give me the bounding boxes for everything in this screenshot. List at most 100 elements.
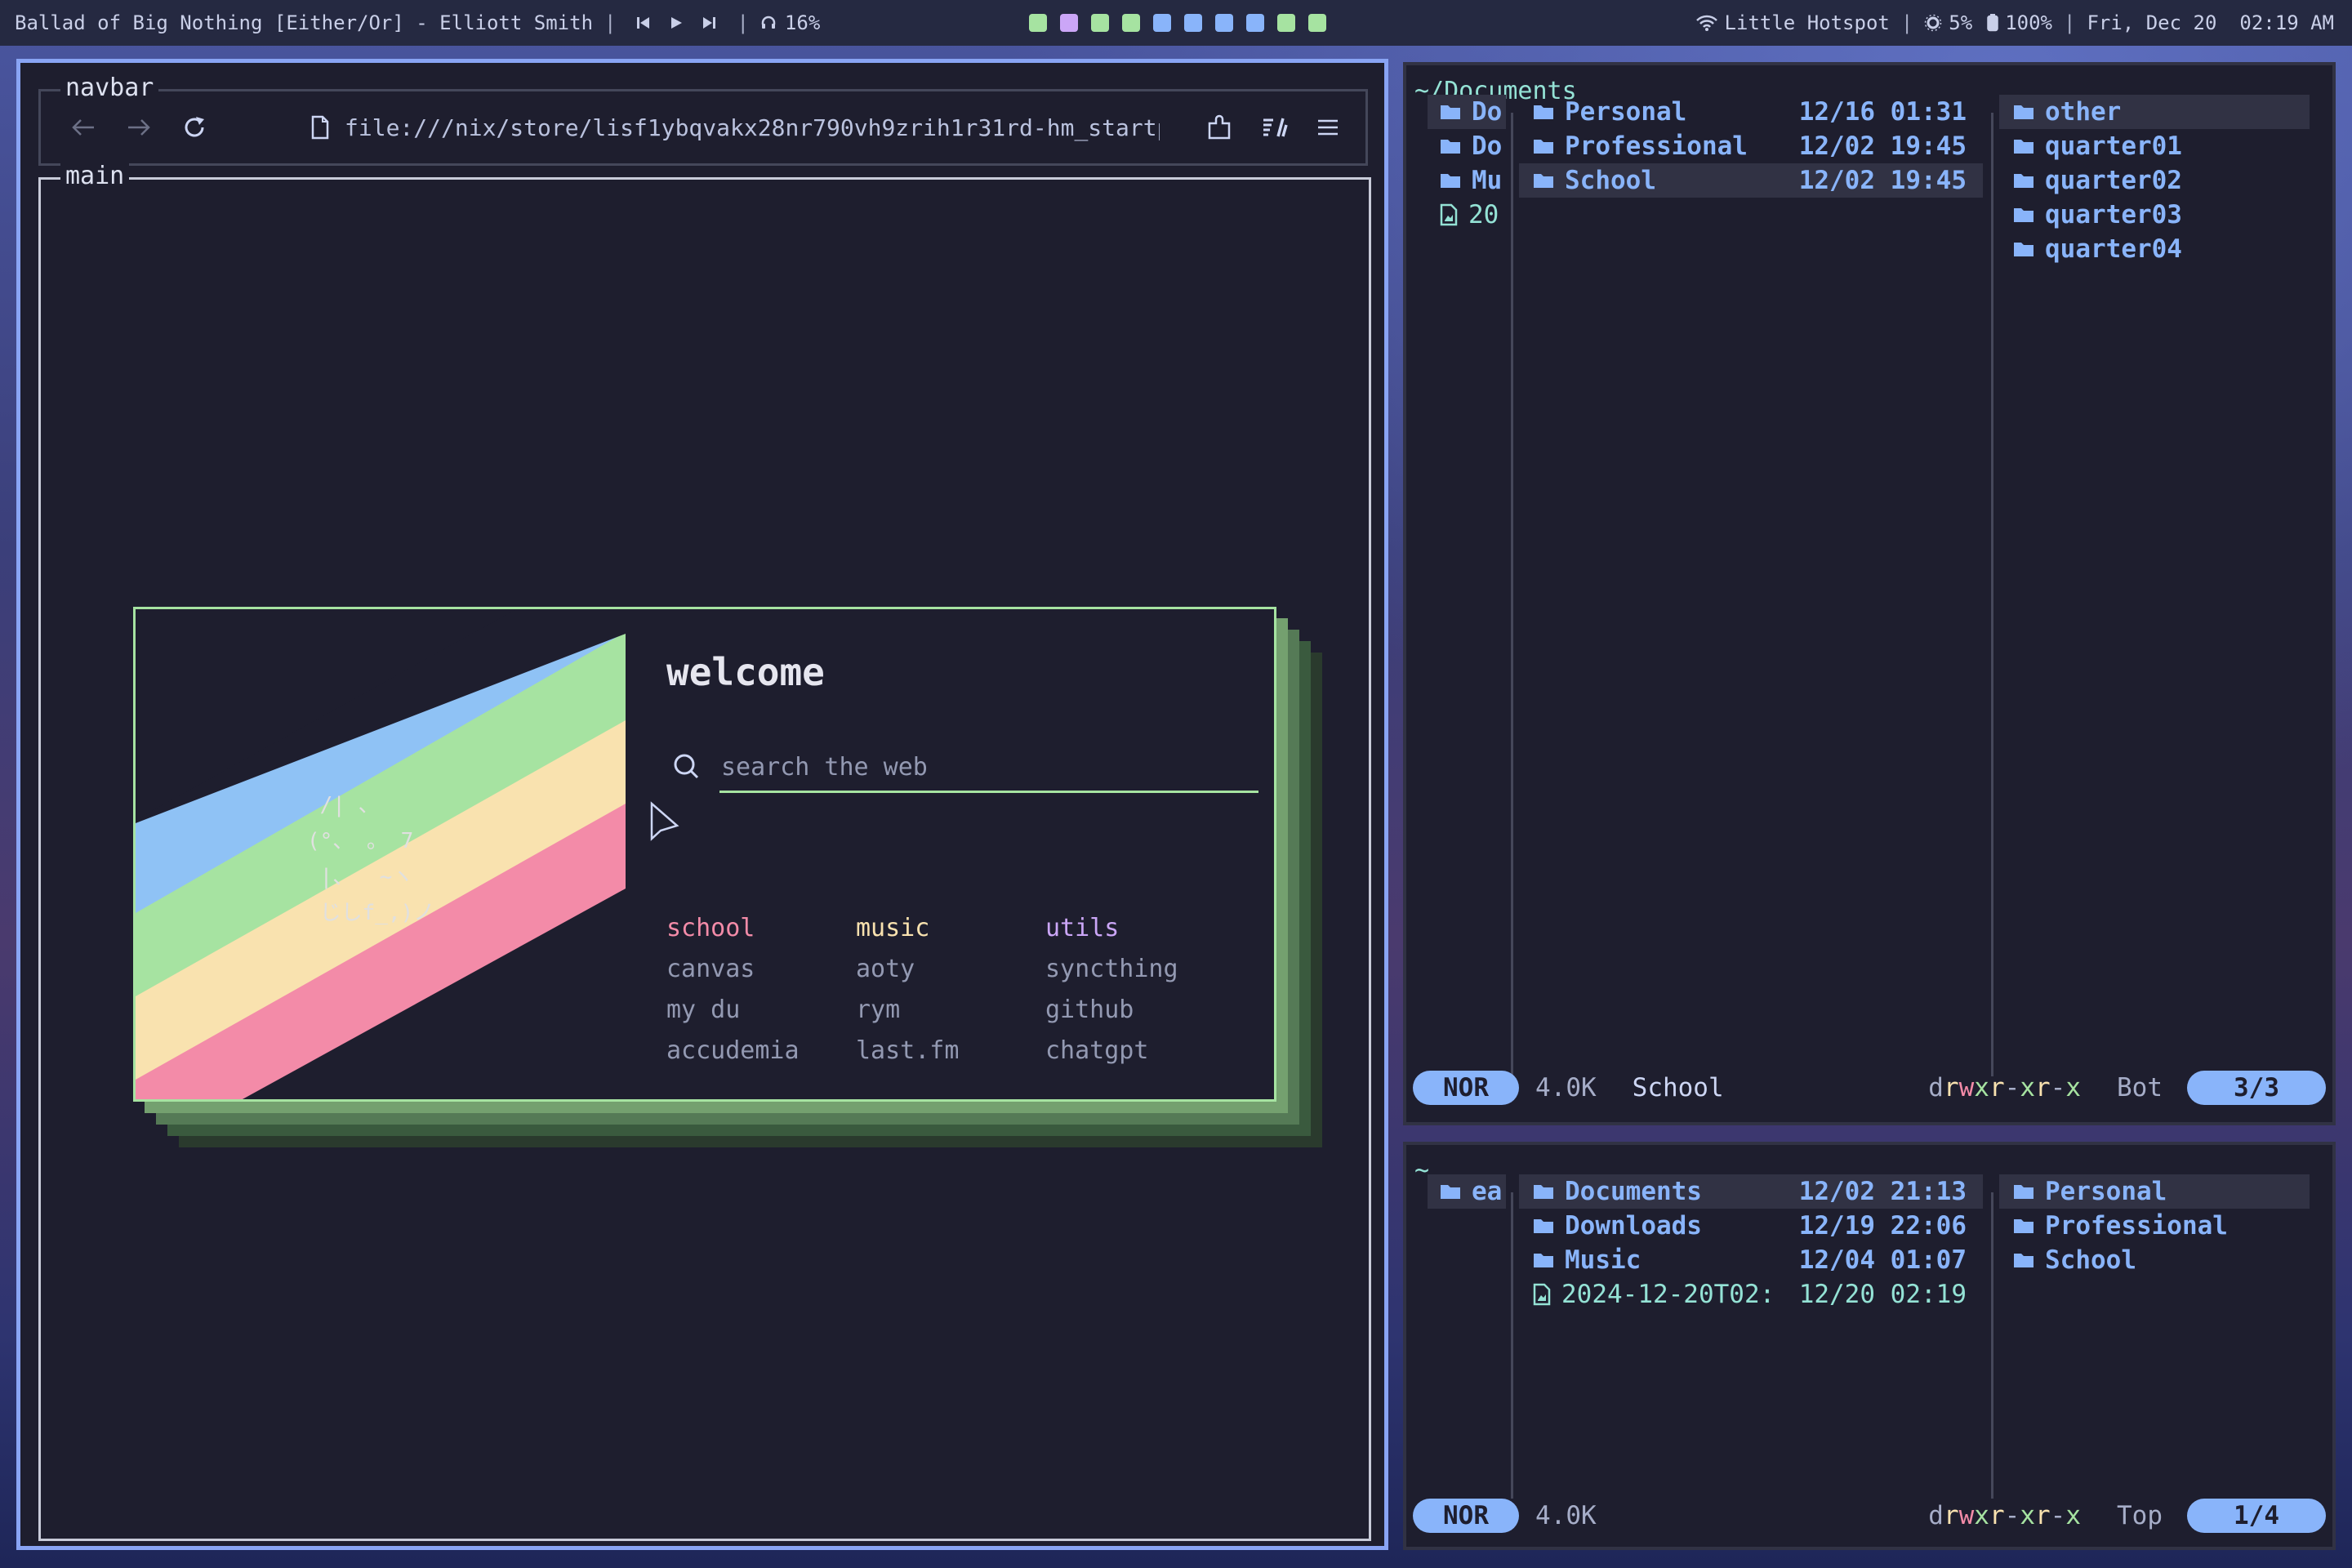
search-input[interactable] — [721, 749, 1244, 785]
workspace-indicator[interactable] — [1215, 14, 1233, 32]
clock: 02:19 AM — [2239, 11, 2334, 34]
workspace-indicator[interactable] — [1029, 14, 1047, 32]
parent-entry[interactable]: Mu — [1428, 163, 1506, 198]
navbar: navbar file:///nix/store/lisf1ybqvakx28n… — [38, 74, 1368, 166]
arrow-right-icon — [128, 119, 150, 136]
parent-entry[interactable]: Do — [1428, 129, 1506, 163]
link[interactable]: chatgpt — [1045, 1031, 1178, 1071]
folder-icon — [1441, 140, 1460, 154]
folder-icon — [2014, 1254, 2034, 1267]
modified-date: 12/02 21:13 — [1798, 1177, 1967, 1206]
folder-icon — [2014, 1185, 2034, 1199]
scroll-position: Top — [2117, 1501, 2163, 1530]
entry-name: Professional — [1565, 131, 1748, 161]
link-column-school: school canvas my du accudemia — [666, 908, 800, 1071]
modified-date: 12/04 01:07 — [1798, 1245, 1967, 1275]
preview-entry[interactable]: quarter03 — [1999, 198, 2310, 232]
folder-icon — [1441, 174, 1460, 188]
directory-entry[interactable]: Downloads 12/19 22:06 — [1519, 1209, 1983, 1243]
link[interactable]: my du — [666, 990, 800, 1031]
previous-track-icon[interactable] — [635, 15, 652, 31]
link[interactable]: last.fm — [856, 1031, 959, 1071]
wifi-network[interactable]: Little Hotspot — [1725, 11, 1890, 34]
welcome-heading: welcome — [666, 650, 825, 694]
reload-icon — [185, 117, 204, 137]
directory-entry[interactable]: Documents 12/02 21:13 — [1519, 1174, 1983, 1209]
arrow-left-icon — [72, 119, 94, 136]
workspace-indicator[interactable] — [1277, 14, 1295, 32]
now-playing: Ballad of Big Nothing [Either/Or] - Elli… — [15, 11, 594, 34]
workspace-indicator[interactable] — [1091, 14, 1109, 32]
preview-entry[interactable]: quarter02 — [1999, 163, 2310, 198]
link[interactable]: canvas — [666, 949, 800, 990]
entry-name: Music — [1565, 1245, 1642, 1275]
play-icon[interactable] — [668, 15, 684, 31]
entry-name: ea — [1472, 1177, 1503, 1206]
separator: | — [604, 11, 617, 34]
workspace-indicator[interactable] — [1308, 14, 1326, 32]
directory-entry[interactable]: Music 12/04 01:07 — [1519, 1243, 1983, 1277]
parent-entry[interactable]: 20 — [1428, 198, 1506, 232]
browser-window: navbar file:///nix/store/lisf1ybqvakx28n… — [16, 59, 1388, 1550]
menu-button[interactable] — [1308, 108, 1348, 147]
link[interactable]: syncthing — [1045, 949, 1178, 990]
link-column-utils: utils syncthing github chatgpt — [1045, 908, 1178, 1071]
headphones-icon — [761, 16, 776, 29]
workspace-indicator[interactable] — [1184, 14, 1202, 32]
parent-entry[interactable]: Do — [1428, 95, 1506, 129]
workspace-indicator[interactable] — [1153, 14, 1171, 32]
preview-entry[interactable]: Professional — [1999, 1209, 2310, 1243]
preview-entry[interactable]: School — [1999, 1243, 2310, 1277]
entry-name: School — [2045, 1245, 2136, 1275]
entry-name: Mu — [1472, 166, 1503, 195]
folder-icon — [2014, 174, 2034, 188]
permissions: drwxr-xr-x — [1928, 1501, 2081, 1530]
modified-date: 12/16 01:31 — [1798, 97, 1967, 127]
directory-entry[interactable]: 2024-12-20T02: 12/20 02:19 — [1519, 1277, 1983, 1312]
image-file-icon — [1440, 203, 1458, 226]
back-button[interactable] — [65, 109, 101, 145]
mode-indicator: NOR — [1413, 1071, 1519, 1105]
entry-name: quarter01 — [2045, 131, 2182, 161]
parent-entry[interactable]: ea — [1428, 1174, 1506, 1209]
battery-icon — [1987, 14, 1998, 32]
divider — [1511, 1192, 1513, 1499]
link[interactable]: rym — [856, 990, 959, 1031]
search-underline — [719, 791, 1258, 793]
next-track-icon[interactable] — [701, 15, 717, 31]
directory-entry[interactable]: Personal 12/16 01:31 — [1519, 95, 1983, 129]
folder-icon — [1534, 105, 1553, 119]
entry-name: Personal — [1565, 97, 1687, 127]
entry-name: Do — [1472, 97, 1503, 127]
battery-level: 100% — [2005, 11, 2052, 34]
workspace-indicator[interactable] — [1246, 14, 1264, 32]
preview-entry[interactable]: other — [1999, 95, 2310, 129]
extensions-button[interactable] — [1200, 108, 1240, 147]
workspace-indicator[interactable] — [1122, 14, 1140, 32]
separator: | — [1900, 11, 1913, 34]
entry-name: quarter03 — [2045, 200, 2182, 229]
forward-button[interactable] — [121, 109, 157, 145]
folder-icon — [2014, 243, 2034, 256]
file-manager-home: ~ ea Documents 12/02 21:13 Downloads 12/19 … — [1403, 1142, 2336, 1550]
preview-entry[interactable]: Personal — [1999, 1174, 2310, 1209]
link[interactable]: aoty — [856, 949, 959, 990]
folder-icon — [1534, 1254, 1553, 1267]
directory-entry[interactable]: Professional 12/02 19:45 — [1519, 129, 1983, 163]
directory-entry[interactable]: School 12/02 19:45 — [1519, 163, 1983, 198]
separator: | — [2064, 11, 2076, 34]
entry-name: 2024-12-20T02: — [1561, 1280, 1775, 1309]
reader-button[interactable] — [1254, 108, 1294, 147]
reload-button[interactable] — [176, 109, 212, 145]
cat-ascii-art: /| 、 (°、 。 7 |、 ~ヽ じしf_,)ノ — [307, 793, 435, 925]
status-line: NOR 4.0K drwxr-xr-x Top 1/4 — [1413, 1498, 2326, 1534]
link[interactable]: github — [1045, 990, 1178, 1031]
preview-entry[interactable]: quarter01 — [1999, 129, 2310, 163]
date: Fri, Dec 20 — [2087, 11, 2217, 34]
url-bar[interactable]: file:///nix/store/lisf1ybqvakx28nr790vh9… — [310, 109, 1160, 145]
folder-icon — [1441, 1185, 1460, 1199]
search-box[interactable] — [670, 744, 1258, 793]
link[interactable]: accudemia — [666, 1031, 800, 1071]
preview-entry[interactable]: quarter04 — [1999, 232, 2310, 266]
workspace-indicator[interactable] — [1060, 14, 1078, 32]
